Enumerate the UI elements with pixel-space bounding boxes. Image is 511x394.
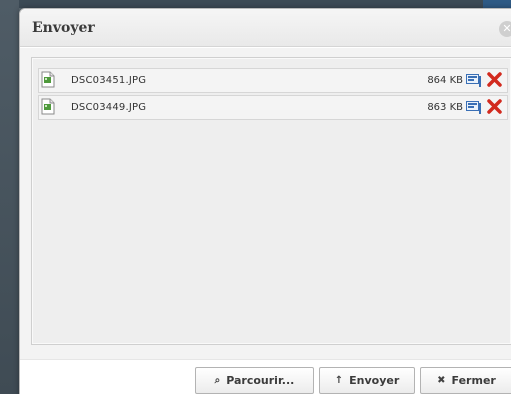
close-button[interactable]: ✖ Fermer — [420, 367, 511, 394]
file-info-icon[interactable] — [466, 74, 482, 87]
dialog-title: Envoyer — [32, 20, 95, 36]
send-button-label: Envoyer — [349, 374, 400, 387]
file-name: DSC03451.JPG — [71, 75, 147, 86]
image-file-icon — [41, 98, 55, 115]
file-name: DSC03449.JPG — [71, 102, 147, 113]
remove-file-icon[interactable] — [487, 72, 502, 87]
backdrop-left — [0, 0, 19, 394]
dialog-header: Envoyer ✕ — [20, 9, 511, 47]
file-list-item: DSC03451.JPG 864 KB — [38, 68, 508, 93]
file-size: 864 KB — [427, 75, 463, 86]
close-button-label: Fermer — [451, 374, 496, 387]
image-file-icon — [41, 71, 55, 88]
file-list: DSC03451.JPG 864 KB DSC03449.JPG 863 KB — [31, 57, 511, 345]
dialog-footer: ⌕ Parcourir... ↑ Envoyer ✖ Fermer — [20, 359, 511, 394]
file-list-item: DSC03449.JPG 863 KB — [38, 95, 508, 120]
close-dialog-icon[interactable]: ✕ — [499, 21, 511, 37]
file-size: 863 KB — [427, 102, 463, 113]
browse-button-label: Parcourir... — [226, 374, 295, 387]
upload-dialog: Envoyer ✕ DSC03451.JPG 864 KB DSC03449.J… — [19, 8, 511, 394]
close-icon: ✖ — [437, 375, 446, 386]
remove-file-icon[interactable] — [487, 99, 502, 114]
search-icon: ⌕ — [214, 375, 221, 386]
dialog-body: DSC03451.JPG 864 KB DSC03449.JPG 863 KB — [20, 48, 511, 359]
file-info-icon[interactable] — [466, 101, 482, 114]
browse-button[interactable]: ⌕ Parcourir... — [195, 367, 314, 394]
arrow-up-icon: ↑ — [334, 375, 344, 386]
backdrop-top — [19, 0, 511, 8]
send-button[interactable]: ↑ Envoyer — [319, 367, 415, 394]
